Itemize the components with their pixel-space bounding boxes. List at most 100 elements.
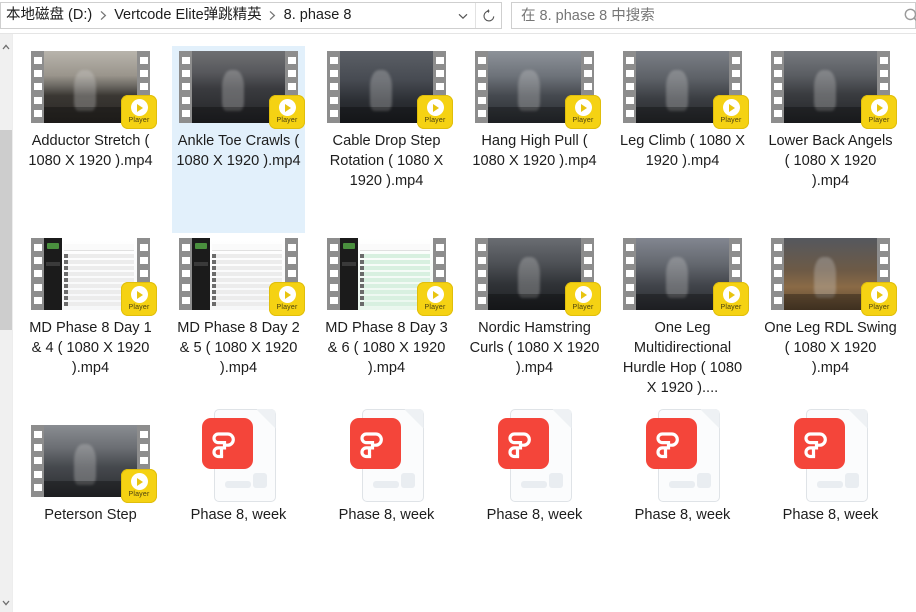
player-badge: Player [121, 95, 157, 129]
film-hole [435, 57, 444, 65]
film-sprockets [327, 51, 340, 123]
file-thumbnail[interactable]: Player [475, 51, 601, 129]
file-name-label: MD Phase 8 Day 3 & 6 ( 1080 X 1920 ).mp4 [325, 320, 448, 376]
file-name-label: MD Phase 8 Day 1 & 4 ( 1080 X 1920 ).mp4 [29, 320, 152, 376]
file-thumbnail[interactable]: Player [771, 51, 897, 129]
film-hole [181, 270, 190, 278]
page-line [520, 480, 547, 488]
file-thumbnail[interactable]: Player [475, 238, 601, 316]
video-thumbnail: Player [31, 238, 157, 316]
page-line [224, 480, 251, 488]
page-block [548, 472, 563, 488]
app-badge-icon [645, 417, 697, 469]
file-thumbnail[interactable]: Player [771, 238, 897, 316]
film-hole [33, 244, 42, 252]
file-item-video[interactable]: Player MD Phase 8 Day 2 & 5 ( 1080 X 1920… [172, 233, 305, 420]
file-thumbnail[interactable] [327, 408, 446, 502]
scrollbar-thumb[interactable] [0, 130, 12, 330]
film-hole [477, 57, 486, 65]
play-icon [722, 99, 740, 116]
film-hole [731, 270, 740, 278]
file-item-video[interactable]: Player Leg Climb ( 1080 X 1920 ).mp4 [616, 46, 749, 233]
video-thumbnail: Player [623, 238, 749, 316]
file-thumbnail[interactable]: Player [623, 238, 749, 316]
file-thumbnail[interactable]: Player [327, 51, 453, 129]
file-thumbnail[interactable]: Player [31, 425, 157, 503]
film-sprockets [179, 238, 192, 310]
film-sprockets [475, 238, 488, 310]
file-thumbnail[interactable] [475, 408, 594, 502]
film-hole [731, 257, 740, 265]
film-hole [33, 283, 42, 291]
file-thumbnail[interactable]: Player [327, 238, 453, 316]
file-thumbnail[interactable] [179, 408, 298, 502]
film-hole [181, 296, 190, 304]
film-hole [329, 70, 338, 78]
vertical-scrollbar[interactable] [0, 34, 13, 612]
film-hole [435, 270, 444, 278]
file-thumbnail[interactable]: Player [623, 51, 749, 129]
page-line [372, 480, 399, 488]
search-box[interactable] [511, 2, 916, 29]
file-item-video[interactable]: Player Adductor Stretch ( 1080 X 1920 ).m… [24, 46, 157, 233]
file-item-video[interactable]: Player Peterson Step [24, 420, 157, 607]
chevron-down-icon[interactable] [450, 3, 475, 28]
file-item-video[interactable]: Player Lower Back Angels ( 1080 X 1920 ).… [764, 46, 897, 233]
breadcrumb-item[interactable]: 8. phase 8 [281, 3, 355, 28]
film-hole [287, 83, 296, 91]
file-list-view[interactable]: Player Adductor Stretch ( 1080 X 1920 ).m… [13, 34, 916, 612]
player-badge: Player [861, 282, 897, 316]
film-hole [477, 296, 486, 304]
file-item-video[interactable]: Player Ankle Toe Crawls ( 1080 X 1920 ).m… [172, 46, 305, 233]
file-name-label: One Leg Multidirectional Hurdle Hop ( 10… [622, 320, 743, 396]
breadcrumb[interactable]: 本地磁盘 (D:) Vertcode Elite弹跳精英 8. phase 8 [1, 3, 450, 28]
file-thumbnail[interactable]: Player [31, 238, 157, 316]
breadcrumb-item[interactable]: Vertcode Elite弹跳精英 [111, 3, 264, 28]
player-badge-label: Player [128, 491, 150, 498]
player-badge: Player [121, 282, 157, 316]
file-name-label: Adductor Stretch ( 1080 X 1920 ).mp4 [28, 133, 153, 169]
breadcrumb-item[interactable]: 本地磁盘 (D:) [3, 3, 95, 28]
film-hole [477, 83, 486, 91]
film-hole [879, 270, 888, 278]
scroll-down-arrow-icon[interactable] [0, 596, 12, 610]
file-item-video[interactable]: Player MD Phase 8 Day 1 & 4 ( 1080 X 1920… [24, 233, 157, 420]
player-badge-label: Player [868, 117, 890, 124]
file-item-document[interactable]: Phase 8, week [172, 408, 305, 607]
file-item-video[interactable]: Player Nordic Hamstring Curls ( 1080 X 19… [468, 233, 601, 420]
file-item-video[interactable]: Player One Leg Multidirectional Hurdle Ho… [616, 233, 749, 420]
video-thumbnail: Player [327, 238, 453, 316]
play-icon [130, 286, 148, 303]
player-badge-label: Player [276, 304, 298, 311]
file-item-video[interactable]: Player Cable Drop Step Rotation ( 1080 X … [320, 46, 453, 233]
scroll-up-arrow-icon[interactable] [0, 40, 12, 54]
page-block [696, 472, 711, 488]
file-item-video[interactable]: Player Hang High Pull ( 1080 X 1920 ).mp4 [468, 46, 601, 233]
film-sprockets [623, 51, 636, 123]
film-hole [33, 109, 42, 117]
file-item-document[interactable]: Phase 8, week [468, 408, 601, 607]
file-thumbnail[interactable]: Player [31, 51, 157, 129]
file-thumbnail[interactable]: Player [179, 51, 305, 129]
film-hole [625, 83, 634, 91]
film-hole [329, 296, 338, 304]
file-item-video[interactable]: Player One Leg RDL Swing ( 1080 X 1920 ).… [764, 233, 897, 420]
file-thumbnail[interactable] [771, 408, 890, 502]
file-item-document[interactable]: Phase 8, week [616, 408, 749, 607]
refresh-icon[interactable] [476, 3, 501, 28]
page-fold-corner [699, 408, 720, 429]
file-item-video[interactable]: Player MD Phase 8 Day 3 & 6 ( 1080 X 1920… [320, 233, 453, 420]
player-badge: Player [417, 282, 453, 316]
address-bar[interactable]: 本地磁盘 (D:) Vertcode Elite弹跳精英 8. phase 8 [0, 2, 502, 29]
file-name-label: Phase 8, week [634, 507, 731, 523]
film-hole [583, 83, 592, 91]
film-hole [773, 83, 782, 91]
file-item-document[interactable]: Phase 8, week [764, 408, 897, 607]
file-thumbnail[interactable] [623, 408, 742, 502]
search-input[interactable] [512, 2, 915, 29]
file-thumbnail[interactable]: Player [179, 238, 305, 316]
file-item-document[interactable]: Phase 8, week [320, 408, 453, 607]
document-file-icon [497, 408, 572, 502]
film-hole [181, 96, 190, 104]
breadcrumb-separator-icon [265, 3, 281, 28]
